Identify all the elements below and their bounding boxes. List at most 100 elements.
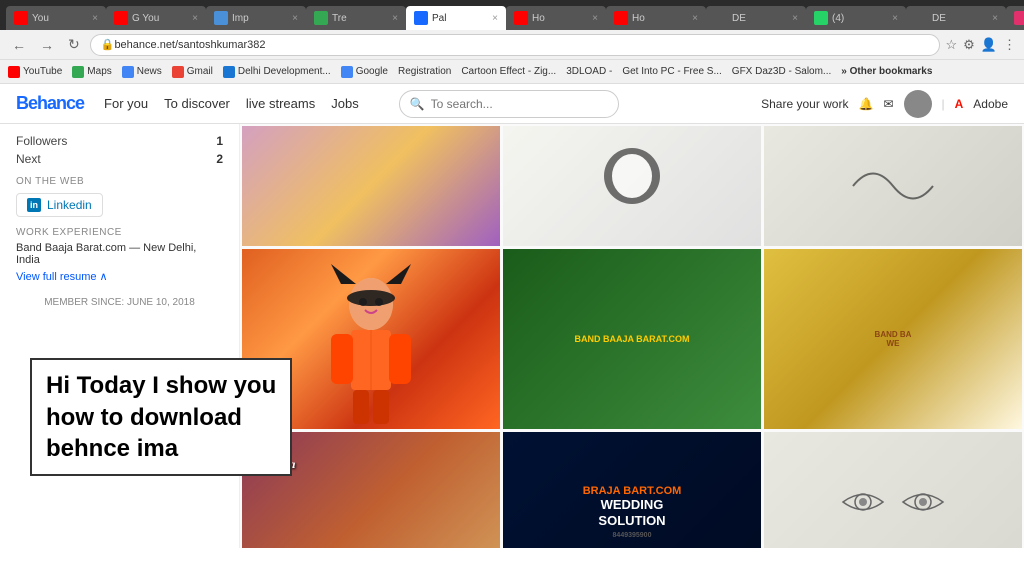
bookmark-google[interactable]: Google — [341, 66, 388, 78]
behance-nav: For you To discover live streams Jobs — [104, 96, 359, 111]
gallery-item-5[interactable]: BAND BAAJA BARAT.COM — [503, 249, 761, 429]
google-icon — [341, 66, 353, 78]
gallery-item-6[interactable]: BAND BAWE — [764, 249, 1022, 429]
browser-actions: ☆ ⚙ 👤 ⋮ — [946, 37, 1017, 53]
followers-count: 1 — [216, 134, 223, 148]
tab-de1[interactable]: DE × — [706, 6, 806, 30]
tab-ho2[interactable]: Ho × — [606, 6, 706, 30]
tab-behance[interactable]: Pal × — [406, 6, 506, 30]
next-stat: Next 2 — [16, 152, 223, 166]
behance-logo: Behance — [16, 93, 84, 114]
address-bar[interactable]: 🔒 behance.net/santoshkumar382 — [90, 34, 940, 56]
tab-youtube2[interactable]: G You × — [106, 6, 206, 30]
bookmark-3dload[interactable]: 3DLOAD - — [566, 66, 612, 77]
maps-icon — [72, 66, 84, 78]
tab-favicon — [1014, 11, 1024, 25]
gallery-grid: BAND BAAJA BARAT.COM BAND BAWE BridalLeh… — [242, 126, 1022, 548]
gallery-item-2[interactable] — [503, 126, 761, 246]
tab-youtube1[interactable]: You × — [6, 6, 106, 30]
url-text: behance.net/santoshkumar382 — [114, 39, 265, 51]
adobe-divider: | — [942, 97, 945, 111]
tab-favicon — [614, 11, 628, 25]
mail-icon[interactable]: ✉ — [883, 97, 893, 111]
gallery-image-6: BAND BAWE — [764, 249, 1022, 429]
reload-button[interactable]: ↻ — [64, 34, 84, 55]
bookmark-maps[interactable]: Maps — [72, 66, 111, 78]
tab-favicon — [514, 11, 528, 25]
behance-header: Behance For you To discover live streams… — [0, 84, 1024, 124]
tab-favicon — [814, 11, 828, 25]
search-icon: 🔍 — [410, 97, 425, 111]
profile-icon[interactable]: 👤 — [981, 37, 997, 53]
nav-live-streams[interactable]: live streams — [246, 96, 315, 111]
behance-header-right: Share your work 🔔 ✉ | A Adobe — [761, 90, 1008, 118]
tab-favicon — [214, 11, 228, 25]
bookmark-news[interactable]: News — [122, 66, 162, 78]
search-input[interactable] — [431, 97, 608, 111]
tab-de2[interactable]: DE × — [906, 6, 1006, 30]
tab-whatsapp[interactable]: (4) × — [806, 6, 906, 30]
back-button[interactable]: ← — [8, 35, 30, 55]
bookmark-getintopc[interactable]: Get Into PC - Free S... — [622, 66, 721, 77]
tab-bar: You × G You × Imp × Tre × Pal × Ho × Ho … — [0, 0, 1024, 30]
delhi-icon — [223, 66, 235, 78]
tab-favicon — [914, 11, 928, 25]
nav-for-you[interactable]: For you — [104, 96, 148, 111]
gallery-image-2 — [503, 126, 761, 246]
user-avatar[interactable] — [904, 90, 932, 118]
overlay-content: Hi Today I show youhow to downloadbehnce… — [46, 372, 276, 461]
tab-ho1[interactable]: Ho × — [506, 6, 606, 30]
forward-button[interactable]: → — [36, 35, 58, 55]
work-exp-text: Band Baaja Barat.com — New Delhi, India — [16, 242, 223, 266]
member-since: MEMBER SINCE: JUNE 10, 2018 — [16, 297, 223, 308]
bookmark-other[interactable]: » Other bookmarks — [841, 66, 932, 77]
nav-to-discover[interactable]: To discover — [164, 96, 230, 111]
main-layout: Followers 1 Next 2 ON THE WEB in Linkedi… — [0, 124, 1024, 548]
followers-stat: Followers 1 — [16, 134, 223, 148]
tab-favicon — [714, 11, 728, 25]
menu-icon[interactable]: ⋮ — [1003, 37, 1016, 53]
adobe-label: Adobe — [973, 97, 1008, 111]
extensions-icon[interactable]: ⚙ — [963, 37, 975, 53]
linkedin-label: Linkedin — [47, 198, 92, 212]
lock-icon: 🔒 — [101, 38, 115, 51]
bookmark-gfx[interactable]: GFX Daz3D - Salom... — [732, 66, 831, 77]
bookmark-gmail[interactable]: Gmail — [172, 66, 213, 78]
on-web-title: ON THE WEB — [16, 176, 223, 187]
tab-favicon — [14, 11, 28, 25]
gallery-image-1 — [242, 126, 500, 246]
gallery-image-9 — [764, 432, 1022, 548]
tab-img[interactable]: Imp × — [206, 6, 306, 30]
work-exp-title: WORK EXPERIENCE — [16, 227, 223, 238]
tab-favicon — [414, 11, 428, 25]
gallery-item-1[interactable] — [242, 126, 500, 246]
gallery-image-8: BRAJA BART.COM WEDDINGSOLUTION 844939590… — [503, 432, 761, 548]
bookmark-registration[interactable]: Registration — [398, 66, 451, 77]
bell-icon[interactable]: 🔔 — [858, 97, 873, 111]
gallery-item-9[interactable] — [764, 432, 1022, 548]
gallery-item-8[interactable]: BRAJA BART.COM WEDDINGSOLUTION 844939590… — [503, 432, 761, 548]
news-icon — [122, 66, 134, 78]
gallery-item-3[interactable] — [764, 126, 1022, 246]
bookmark-cartoon[interactable]: Cartoon Effect - Zig... — [461, 66, 556, 77]
tab-insta[interactable]: Ins × — [1006, 6, 1024, 30]
linkedin-icon: in — [27, 198, 41, 212]
video-overlay-text: Hi Today I show youhow to downloadbehnce… — [30, 358, 292, 476]
linkedin-button[interactable]: in Linkedin — [16, 193, 103, 217]
next-label: Next — [16, 152, 41, 166]
share-work-button[interactable]: Share your work — [761, 97, 848, 111]
bookmark-delhi[interactable]: Delhi Development... — [223, 66, 331, 78]
tab-tre[interactable]: Tre × — [306, 6, 406, 30]
search-box[interactable]: 🔍 — [399, 90, 619, 118]
sidebar: Followers 1 Next 2 ON THE WEB in Linkedi… — [0, 124, 240, 548]
gallery: BAND BAAJA BARAT.COM BAND BAWE BridalLeh… — [240, 124, 1024, 548]
bookmark-youtube[interactable]: YouTube — [8, 66, 62, 78]
bookmark-star-icon[interactable]: ☆ — [946, 37, 958, 53]
view-resume-link[interactable]: View full resume ∧ — [16, 270, 223, 283]
gallery-image-3 — [764, 126, 1022, 246]
nav-jobs[interactable]: Jobs — [331, 96, 358, 111]
followers-label: Followers — [16, 134, 67, 148]
bookmarks-bar: YouTube Maps News Gmail Delhi Developmen… — [0, 60, 1024, 84]
gmail-icon — [172, 66, 184, 78]
youtube-icon — [8, 66, 20, 78]
